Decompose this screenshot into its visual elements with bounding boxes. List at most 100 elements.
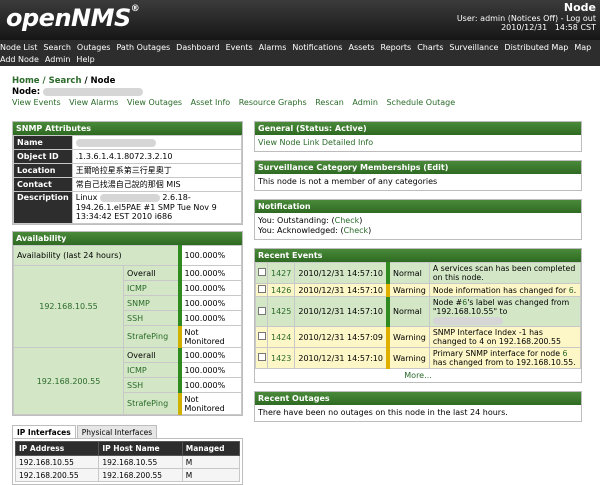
nav-node-list[interactable]: Node List (0, 43, 37, 52)
snmp-key: Name (13, 135, 73, 150)
tab-ip-interfaces[interactable]: IP Interfaces (12, 425, 76, 438)
availability-overall-row: Availability (last 24 hours) 100.000% (13, 245, 242, 266)
service-link[interactable]: ICMP (123, 362, 180, 378)
node-link[interactable]: 6 (563, 349, 568, 358)
service-availability: 100.000% (177, 295, 242, 311)
nav-events[interactable]: Events (226, 43, 253, 52)
event-severity: Normal (385, 296, 430, 327)
link-asset-info[interactable]: Asset Info (191, 98, 231, 107)
interface-ip-link[interactable]: 192.168.10.55 (13, 265, 124, 348)
link-schedule-outage[interactable]: Schedule Outage (386, 98, 455, 107)
event-checkbox[interactable] (257, 285, 266, 293)
nav-reports[interactable]: Reports (381, 43, 412, 52)
tab-row: IP Interfaces Physical Interfaces (12, 425, 243, 438)
snmp-key: Contact (13, 177, 73, 192)
link-admin[interactable]: Admin (352, 98, 378, 107)
check-outstanding-link[interactable]: Check (335, 216, 360, 225)
service-link[interactable]: StrafePing (123, 392, 180, 415)
nav-map[interactable]: Map (574, 43, 591, 52)
nav-distributed-map[interactable]: Distributed Map (504, 43, 568, 52)
nav-path-outages[interactable]: Path Outages (116, 43, 170, 52)
event-checkbox[interactable] (257, 268, 266, 276)
event-id-link[interactable]: 1425 (266, 296, 296, 327)
opennms-logo[interactable]: openNMS® (6, 4, 140, 32)
event-checkbox-cell (255, 347, 268, 369)
tab-physical-interfaces[interactable]: Physical Interfaces (76, 425, 158, 438)
breadcrumb-search[interactable]: Search (49, 76, 82, 86)
nav-surveillance[interactable]: Surveillance (449, 43, 498, 52)
nav-outages[interactable]: Outages (77, 43, 111, 52)
event-checkbox[interactable] (257, 306, 266, 315)
column-header[interactable]: Managed (181, 441, 241, 456)
snmp-attributes-title: SNMP Attributes (13, 122, 242, 135)
recent-events-title: Recent Events (255, 249, 581, 262)
service-availability: 100.000% (177, 377, 242, 393)
interface-ip-link[interactable]: 192.168.200.55 (13, 347, 124, 415)
event-time: 2010/12/31 14:57:10 (294, 347, 389, 369)
nav-add-node[interactable]: Add Node (0, 55, 39, 64)
event-time: 2010/12/31 14:57:10 (294, 296, 389, 327)
service-availability: Not Monitored (177, 325, 242, 348)
link-rescan[interactable]: Rescan (315, 98, 344, 107)
availability-row: 192.168.10.55 Overall 100.000% (13, 265, 242, 348)
nav-dashboard[interactable]: Dashboard (176, 43, 219, 52)
event-checkbox[interactable] (257, 332, 266, 340)
link-view-alarms[interactable]: View Alarms (69, 98, 118, 107)
node-subnav: View Events View Alarms View Outages Ass… (0, 97, 600, 109)
page-title: Node (563, 1, 596, 14)
table-row: 192.168.200.55 192.168.200.55 M (14, 468, 241, 482)
event-id-link[interactable]: 1423 (266, 347, 296, 369)
ip-address-link[interactable]: 192.168.10.55 (14, 455, 100, 469)
check-acknowledged-link[interactable]: Check (344, 226, 369, 235)
nav-charts[interactable]: Charts (417, 43, 443, 52)
column-header[interactable]: IP Address (14, 441, 100, 456)
event-checkbox-cell (255, 296, 268, 327)
surveillance-title[interactable]: Surveillance Category Memberships (Edit) (255, 161, 581, 174)
nav-assets[interactable]: Assets (348, 43, 374, 52)
service-link[interactable]: StrafePing (123, 325, 180, 348)
event-id-link[interactable]: 1427 (266, 262, 296, 284)
event-id-link[interactable]: 1424 (266, 326, 296, 348)
event-checkbox[interactable] (257, 353, 266, 361)
node-link-detail-link[interactable]: View Node Link Detailed Info (258, 138, 373, 147)
snmp-value: 常自己找湯自己說的那個 MIS (71, 177, 243, 192)
general-box: General (Status: Active) View Node Link … (254, 121, 582, 152)
nav-admin[interactable]: Admin (45, 55, 71, 64)
link-view-events[interactable]: View Events (12, 98, 61, 107)
service-availability: 100.000% (177, 362, 242, 378)
snmp-key: Location (13, 163, 73, 178)
nav-alarms[interactable]: Alarms (259, 43, 287, 52)
nav-notifications[interactable]: Notifications (292, 43, 342, 52)
main-nav: Node List Search Outages Path Outages Da… (0, 40, 600, 66)
breadcrumb-sep: / (39, 76, 49, 86)
table-row: 192.168.10.55 192.168.10.55 M (14, 455, 241, 469)
snmp-value (71, 135, 243, 150)
availability-row: 192.168.200.55 Overall 100.000% (13, 347, 242, 415)
ip-address-link[interactable]: 192.168.200.55 (14, 468, 100, 482)
column-header[interactable]: IP Host Name (98, 441, 183, 456)
snmp-value: 王爾哈拉星系第三行星奧丁 (71, 163, 243, 178)
event-message: Primary SNMP interface for node 6 has ch… (428, 347, 582, 369)
snmp-key: Description (13, 191, 73, 224)
service-link[interactable]: SNMP (123, 295, 180, 311)
event-message: Node information has changed for 6. (428, 283, 582, 297)
service-link[interactable]: ICMP (123, 280, 180, 296)
breadcrumb-home[interactable]: Home (12, 76, 40, 86)
event-message: SNMP Interface Index -1 has changed to 4… (428, 326, 582, 348)
event-id-link[interactable]: 1426 (266, 283, 296, 297)
breadcrumb-current: Node (90, 76, 116, 86)
more-events-link[interactable]: More... (255, 369, 581, 382)
snmp-row-location: Location 王爾哈拉星系第三行星奧丁 (13, 163, 243, 178)
service-link[interactable]: SSH (123, 310, 180, 326)
availability-box: Availability Availability (last 24 hours… (12, 231, 243, 416)
link-view-outages[interactable]: View Outages (127, 98, 182, 107)
service-link[interactable]: SSH (123, 377, 180, 393)
nav-search[interactable]: Search (43, 43, 70, 52)
snmp-attributes-table: Name Object ID .1.3.6.1.4.1.8072.3.2.10 … (13, 135, 243, 224)
user-status[interactable]: User: admin (Notices Off) - Log out (457, 14, 596, 23)
snmp-row-description: Description Linux 2.6.18-194.26.1.el5PAE… (13, 191, 243, 224)
link-resource-graphs[interactable]: Resource Graphs (239, 98, 307, 107)
interfaces-tabs: IP Interfaces Physical Interfaces IP Add… (12, 425, 243, 485)
snmp-value: Linux 2.6.18-194.26.1.el5PAE #1 SMP Tue … (71, 191, 243, 224)
nav-help[interactable]: Help (76, 55, 94, 64)
